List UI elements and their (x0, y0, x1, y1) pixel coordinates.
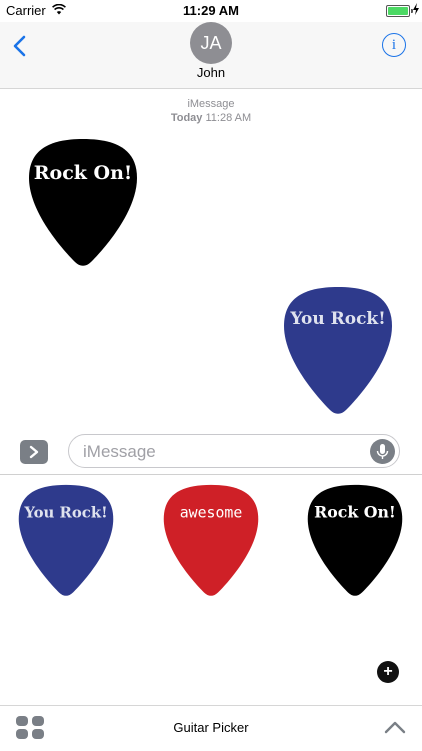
sent-sticker-message[interactable]: You Rock! (282, 284, 394, 416)
contact-avatar[interactable]: JA (190, 22, 232, 64)
drawer-sticker-you-rock[interactable]: You Rock! (17, 482, 115, 598)
drawer-sticker-rock-on[interactable]: Rock On! (306, 482, 404, 598)
back-chevron-icon[interactable] (10, 34, 30, 58)
drawer-sticker-awesome[interactable]: awesome (162, 482, 260, 598)
battery-icon (386, 5, 413, 17)
message-timestamp: Today 11:28 AM (0, 112, 422, 124)
message-input-bar (0, 428, 422, 475)
microphone-icon (376, 444, 389, 459)
sticker-text: awesome (180, 503, 243, 521)
info-icon[interactable]: i (382, 33, 406, 57)
sticker-text: Rock On! (314, 502, 396, 521)
apps-button[interactable] (20, 440, 48, 464)
contact-name[interactable]: John (0, 65, 422, 80)
timestamp-time: 11:28 AM (205, 112, 252, 124)
app-bottom-bar: Guitar Picker (0, 705, 422, 751)
message-field[interactable] (68, 434, 400, 469)
conversation-header: JA John i (0, 22, 422, 89)
service-label: iMessage (187, 98, 235, 110)
sticker-text: Rock On! (34, 162, 133, 184)
microphone-button[interactable] (370, 439, 395, 464)
plus-icon[interactable]: + (377, 661, 399, 683)
timestamp-day: Today (170, 112, 203, 124)
status-time: 11:29 AM (183, 3, 239, 18)
status-bar: Carrier 11:29 AM (0, 0, 422, 22)
charging-icon (413, 3, 419, 15)
received-sticker-message[interactable]: Rock On! (27, 136, 139, 268)
apps-icon (29, 445, 39, 459)
app-title: Guitar Picker (173, 720, 249, 735)
message-input[interactable] (81, 435, 365, 469)
chevron-up-icon[interactable] (384, 720, 406, 734)
sticker-text: You Rock! (23, 503, 107, 521)
sticker-text: You Rock! (289, 309, 385, 329)
